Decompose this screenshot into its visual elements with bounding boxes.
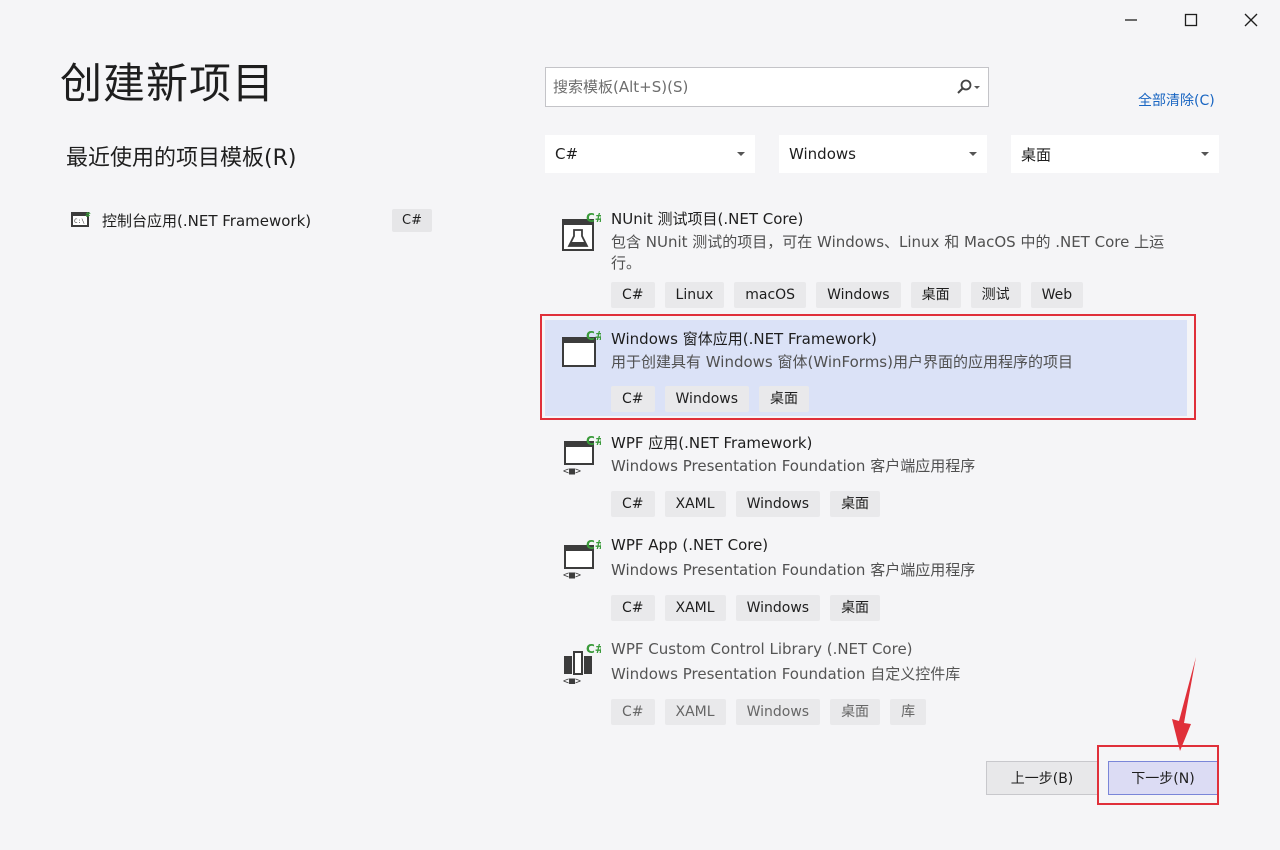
tag: 桌面 [759, 386, 810, 412]
tag: 桌面 [830, 491, 881, 517]
svg-text:<■>: <■> [563, 570, 581, 580]
template-tags: C# XAML Windows 桌面 [611, 491, 890, 517]
tag: 桌面 [830, 595, 881, 621]
clear-all-link[interactable]: 全部清除(C) [1138, 90, 1215, 110]
svg-text:C#: C# [586, 212, 601, 225]
template-item[interactable]: <■> C# WPF App (.NET Core) Windows Prese… [545, 528, 1195, 628]
tag: XAML [664, 491, 726, 517]
template-tags: C# Linux macOS Windows 桌面 测试 Web [611, 282, 1093, 308]
platform-filter[interactable]: Windows [779, 135, 987, 173]
project-type-filter[interactable]: 桌面 [1011, 135, 1219, 173]
template-search-box[interactable] [545, 67, 989, 107]
tag: 桌面 [830, 699, 881, 725]
chevron-down-icon [969, 152, 977, 156]
template-name: Windows 窗体应用(.NET Framework) [611, 330, 877, 348]
wpf-app-icon: <■> C# [563, 540, 601, 580]
chevron-down-icon [1201, 152, 1209, 156]
recent-templates-heading: 最近使用的项目模板(R) [66, 146, 297, 171]
tag: Windows [735, 595, 821, 621]
language-filter[interactable]: C# [545, 135, 755, 173]
back-button[interactable]: 上一步(B) [986, 761, 1098, 795]
template-tags: C# XAML Windows 桌面 [611, 595, 890, 621]
minimize-button[interactable] [1111, 6, 1151, 34]
template-item-selected[interactable]: C# Windows 窗体应用(.NET Framework) 用于创建具有 W… [545, 320, 1187, 416]
svg-text:<■>: <■> [563, 466, 581, 476]
template-description: Windows Presentation Foundation 自定义控件库 [611, 665, 961, 683]
recent-template-label: 控制台应用(.NET Framework) [102, 211, 312, 230]
template-description: 包含 NUnit 测试的项目，可在 Windows、Linux 和 MacOS … [611, 233, 1165, 272]
tag: Windows [735, 491, 821, 517]
svg-text:C#: C# [586, 540, 601, 552]
wpf-control-library-icon: <■> C# [563, 644, 601, 684]
chevron-down-icon [737, 152, 745, 156]
tag: 库 [890, 699, 927, 725]
recent-template-lang-tag: C# [392, 208, 432, 232]
tag: Windows [664, 386, 750, 412]
tag: Windows [735, 699, 821, 725]
tag: XAML [664, 595, 726, 621]
maximize-button[interactable] [1171, 6, 1211, 34]
minimize-icon [1125, 19, 1137, 21]
search-input[interactable] [551, 77, 948, 97]
template-description: Windows Presentation Foundation 客户端应用程序 [611, 457, 976, 475]
template-item[interactable]: <■> C# WPF 应用(.NET Framework) Windows Pr… [545, 424, 1195, 524]
next-button[interactable]: 下一步(N) [1108, 761, 1218, 795]
language-filter-value: C# [555, 145, 579, 163]
search-icon[interactable] [948, 79, 988, 95]
tag: Web [1030, 282, 1084, 308]
close-icon [1244, 13, 1258, 27]
svg-text:<■>: <■> [563, 676, 581, 684]
tag: 桌面 [910, 282, 961, 308]
tag: C# [611, 699, 655, 725]
platform-filter-value: Windows [789, 145, 856, 163]
tag: C# [611, 282, 655, 308]
svg-text:C:\: C:\ [74, 218, 85, 225]
close-button[interactable] [1231, 6, 1271, 34]
svg-text:#: # [85, 211, 91, 219]
tag: Windows [816, 282, 901, 308]
template-name: WPF App (.NET Core) [611, 536, 769, 554]
template-name: WPF 应用(.NET Framework) [611, 434, 813, 452]
console-app-icon: C:\ # [71, 211, 91, 227]
wpf-app-icon: <■> C# [563, 436, 601, 476]
tag: C# [611, 491, 655, 517]
svg-text:C#: C# [586, 644, 601, 656]
template-description: Windows Presentation Foundation 客户端应用程序 [611, 561, 976, 579]
tag: C# [611, 386, 655, 412]
template-item[interactable]: <■> C# WPF Custom Control Library (.NET … [545, 632, 1195, 732]
tag: C# [611, 595, 655, 621]
template-description: 用于创建具有 Windows 窗体(WinForms)用户界面的应用程序的项目 [611, 353, 1073, 371]
svg-text:C#: C# [586, 330, 601, 343]
winforms-app-icon: C# [562, 330, 601, 367]
recent-template-item[interactable]: C:\ # 控制台应用(.NET Framework) C# [66, 204, 436, 236]
svg-text:C#: C# [586, 436, 601, 448]
template-name: NUnit 测试项目(.NET Core) [611, 210, 804, 228]
page-title: 创建新项目 [60, 59, 276, 108]
template-name: WPF Custom Control Library (.NET Core) [611, 640, 913, 658]
template-item[interactable]: C# NUnit 测试项目(.NET Core) 包含 NUnit 测试的项目，… [545, 200, 1195, 312]
tag: 测试 [970, 282, 1021, 308]
tag: XAML [664, 699, 726, 725]
tag: macOS [734, 282, 807, 308]
maximize-icon [1184, 13, 1198, 27]
template-tags: C# Windows 桌面 [611, 386, 819, 412]
template-tags: C# XAML Windows 桌面 库 [611, 699, 936, 725]
nunit-test-icon: C# [562, 212, 601, 251]
tag: Linux [664, 282, 725, 308]
project-type-filter-value: 桌面 [1021, 145, 1052, 164]
